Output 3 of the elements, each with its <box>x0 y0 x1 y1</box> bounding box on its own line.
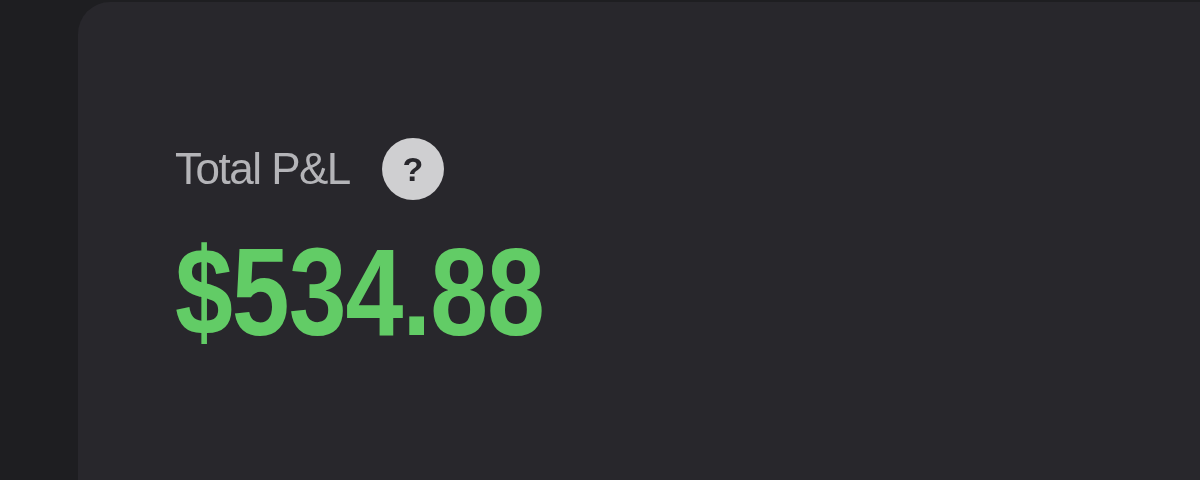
total-pnl-value: $534.88 <box>175 229 544 355</box>
help-icon[interactable]: ? <box>381 138 444 200</box>
total-pnl-label: Total P&L <box>175 147 350 191</box>
